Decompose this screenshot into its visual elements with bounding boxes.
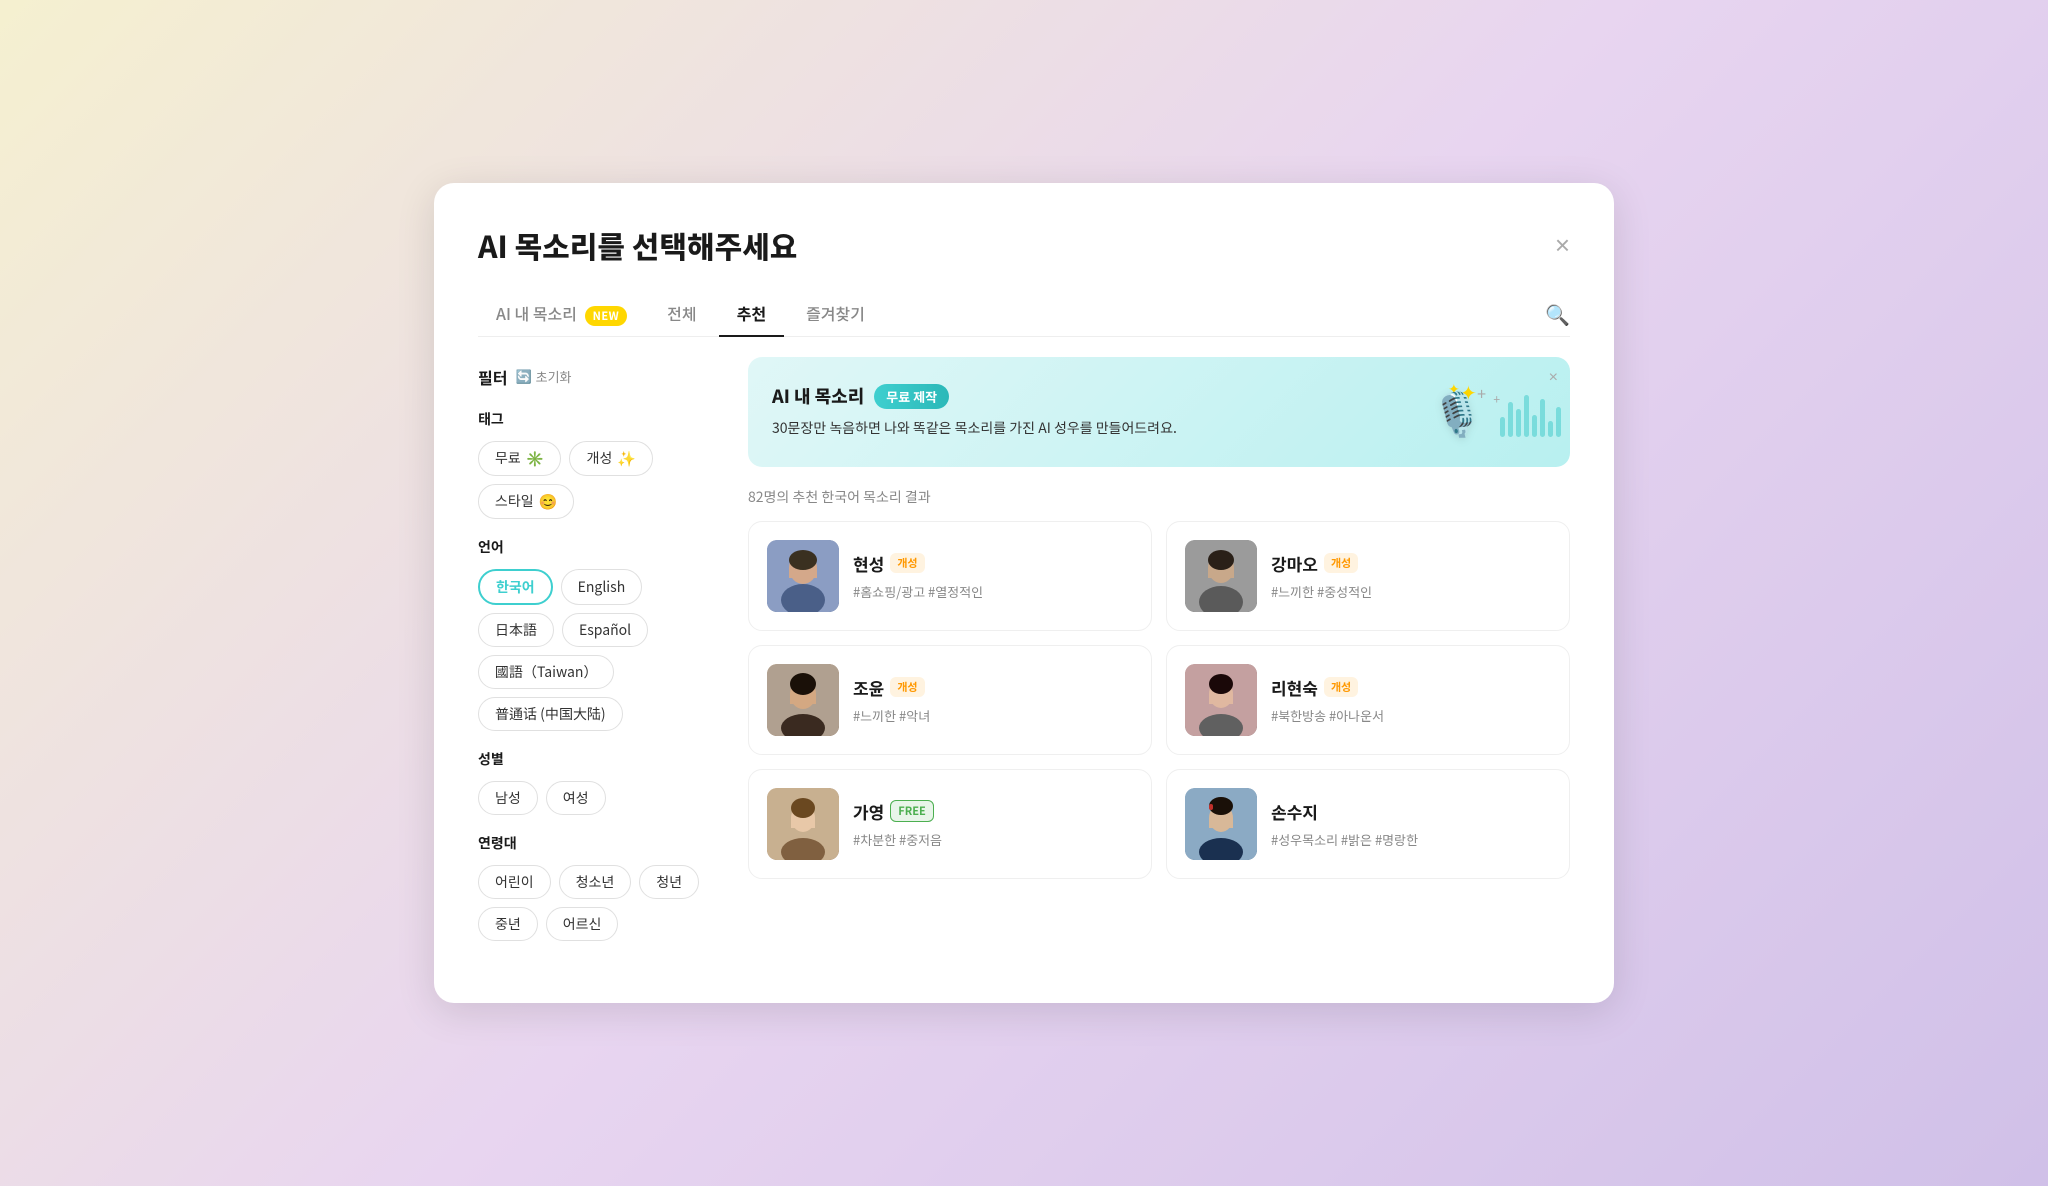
voice-tags-joyun: #느끼한 #악녀 [853, 706, 1133, 725]
lang-chip-chinese[interactable]: 普通话 (中国大陆) [478, 697, 623, 731]
voice-badge-hyeonseong: 개성 [890, 553, 924, 573]
modal: AI 목소리를 선택해주세요 × AI 내 목소리 NEW 전체 추천 즐겨찾기… [434, 183, 1614, 1003]
tab-recommended[interactable]: 추천 [719, 291, 784, 337]
tabs-bar: AI 내 목소리 NEW 전체 추천 즐겨찾기 🔍 [478, 291, 1570, 337]
age-chip-elder[interactable]: 어르신 [546, 907, 619, 941]
modal-header: AI 목소리를 선택해주세요 × [478, 223, 1570, 267]
voice-grid: 현성 개성 #홈쇼핑/광고 #열정적인 [748, 521, 1570, 879]
voice-tags-gayeong: #차분한 #중저음 [853, 830, 1133, 849]
voice-name-lihyunsuk: 리현숙 [1271, 675, 1318, 700]
age-chip-child[interactable]: 어린이 [478, 865, 551, 899]
voice-tags-gangmao: #느끼한 #중성적인 [1271, 582, 1551, 601]
lang-chip-korean[interactable]: 한국어 [478, 569, 553, 605]
search-icon[interactable]: 🔍 [1545, 299, 1570, 328]
banner-free-badge: 무료 제작 [874, 384, 949, 409]
wave-bars [1500, 387, 1561, 437]
microphone-icon: 🎙️ [1431, 381, 1483, 442]
voice-badge-gayeong: FREE [890, 800, 933, 822]
age-chip-young[interactable]: 청년 [639, 865, 699, 899]
right-panel: AI 내 목소리 무료 제작 30문장만 녹음하면 나와 똑같은 목소리를 가진… [738, 337, 1570, 945]
main-content: 필터 🔄 초기화 태그 무료 ✳️ 개성 ✨ 스타일 � [478, 337, 1570, 945]
filter-header: 필터 🔄 초기화 [478, 365, 714, 389]
avatar-lihyunsuk [1185, 664, 1257, 736]
tab-favorites[interactable]: 즐겨찾기 [788, 291, 883, 337]
age-section-label: 연령대 [478, 833, 714, 853]
avatar-gayeong [767, 788, 839, 860]
voice-card-joyun[interactable]: 조윤 개성 #느끼한 #악녀 [748, 645, 1152, 755]
banner-description: 30문장만 녹음하면 나와 똑같은 목소리를 가진 AI 성우를 만들어드려요. [772, 417, 1446, 439]
reset-button[interactable]: 🔄 초기화 [515, 367, 571, 386]
gender-chips: 남성 여성 [478, 781, 714, 815]
avatar-gangmao [1185, 540, 1257, 612]
voice-name-hyeonseong: 현성 [853, 551, 884, 576]
tag-section-label: 태그 [478, 409, 714, 429]
modal-title: AI 목소리를 선택해주세요 [478, 223, 797, 267]
gender-chip-female[interactable]: 여성 [546, 781, 606, 815]
tab-my-voice[interactable]: AI 내 목소리 NEW [478, 291, 645, 337]
lang-chip-taiwanese[interactable]: 國語（Taiwan） [478, 655, 614, 689]
avatar-joyun [767, 664, 839, 736]
lang-chip-spanish[interactable]: Español [562, 613, 648, 647]
banner-image: ✦ ✦ 🎙️ + + [1446, 377, 1546, 447]
voice-card-gayeong[interactable]: 가영 FREE #차분한 #중저음 [748, 769, 1152, 879]
lang-chip-japanese[interactable]: 日本語 [478, 613, 554, 647]
voice-name-sonsujee: 손수지 [1271, 799, 1318, 824]
voice-tags-sonsujee: #성우목소리 #밝은 #명랑한 [1271, 830, 1551, 849]
ai-voice-banner[interactable]: AI 내 목소리 무료 제작 30문장만 녹음하면 나와 똑같은 목소리를 가진… [748, 357, 1570, 467]
tag-chip-personality[interactable]: 개성 ✨ [569, 441, 652, 476]
voice-card-lihyunsuk[interactable]: 리현숙 개성 #북한방송 #아나운서 [1166, 645, 1570, 755]
voice-name-gangmao: 강마오 [1271, 551, 1318, 576]
voice-card-hyeonseong[interactable]: 현성 개성 #홈쇼핑/광고 #열정적인 [748, 521, 1152, 631]
age-chip-middle[interactable]: 중년 [478, 907, 538, 941]
new-badge: NEW [585, 306, 628, 326]
banner-close-button[interactable]: × [1549, 369, 1558, 387]
language-chips: 한국어 English 日本語 Español 國語（Taiwan） 普通话 (… [478, 569, 714, 731]
sidebar: 필터 🔄 초기화 태그 무료 ✳️ 개성 ✨ 스타일 � [478, 337, 738, 945]
gender-section-label: 성별 [478, 749, 714, 769]
results-count: 82명의 추천 한국어 목소리 결과 [748, 487, 1570, 507]
voice-tags-lihyunsuk: #북한방송 #아나운서 [1271, 706, 1551, 725]
voice-name-joyun: 조윤 [853, 675, 884, 700]
banner-title: AI 내 목소리 [772, 383, 864, 409]
tab-all[interactable]: 전체 [649, 291, 714, 337]
gender-chip-male[interactable]: 남성 [478, 781, 538, 815]
voice-badge-joyun: 개성 [890, 677, 924, 697]
avatar-sonsujee [1185, 788, 1257, 860]
voice-badge-gangmao: 개성 [1324, 553, 1358, 573]
voice-badge-lihyunsuk: 개성 [1324, 677, 1358, 697]
filter-title: 필터 [478, 365, 507, 389]
voice-name-gayeong: 가영 [853, 799, 884, 824]
age-chips: 어린이 청소년 청년 중년 어르신 [478, 865, 714, 941]
lang-chip-english[interactable]: English [561, 569, 643, 605]
tag-chips: 무료 ✳️ 개성 ✨ 스타일 😊 [478, 441, 714, 519]
voice-card-sonsujee[interactable]: 손수지 #성우목소리 #밝은 #명랑한 [1166, 769, 1570, 879]
voice-tags-hyeonseong: #홈쇼핑/광고 #열정적인 [853, 582, 1133, 601]
close-button[interactable]: × [1555, 232, 1570, 258]
voice-card-gangmao[interactable]: 강마오 개성 #느끼한 #중성적인 [1166, 521, 1570, 631]
age-chip-teen[interactable]: 청소년 [559, 865, 632, 899]
avatar-hyeonseong [767, 540, 839, 612]
language-section-label: 언어 [478, 537, 714, 557]
tag-chip-style[interactable]: 스타일 😊 [478, 484, 574, 519]
tag-chip-free[interactable]: 무료 ✳️ [478, 441, 561, 476]
